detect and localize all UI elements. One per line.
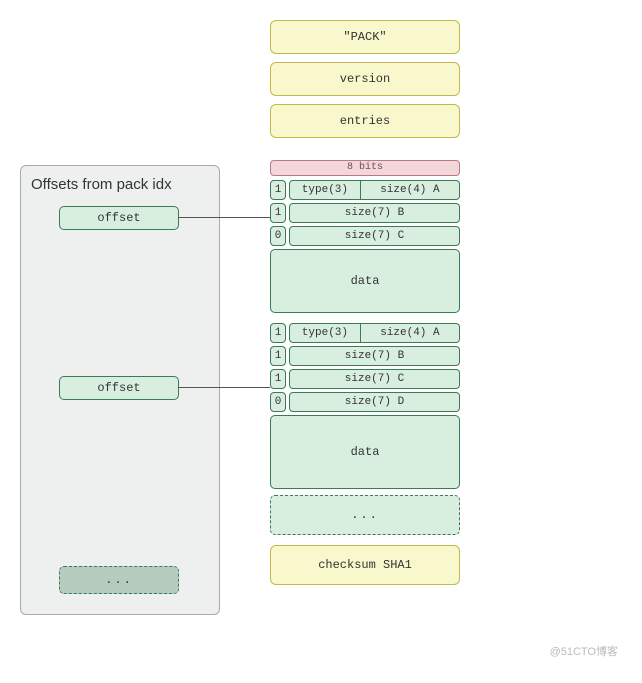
pack-magic: "PACK" xyxy=(270,20,460,54)
entry2-flag3: 1 xyxy=(270,369,286,389)
entry2-sizeD: size(7) D xyxy=(289,392,460,412)
entry1-type: type(3) xyxy=(289,180,361,200)
entries-placeholder: ... xyxy=(270,495,460,535)
entry1-row2: 1 size(7) B xyxy=(270,203,460,223)
offset-placeholder: ... xyxy=(59,566,179,594)
entry2-type: type(3) xyxy=(289,323,361,343)
entry2-data: data xyxy=(270,415,460,489)
entry1-flag2: 1 xyxy=(270,203,286,223)
watermark: @51CTO博客 xyxy=(550,643,618,659)
entry2-sizeC: size(7) C xyxy=(289,369,460,389)
bits-label-1: 8 bits xyxy=(270,160,460,176)
entry1-row3: 0 size(7) C xyxy=(270,226,460,246)
offsets-title: Offsets from pack idx xyxy=(31,176,209,193)
entry2-flag2: 1 xyxy=(270,346,286,366)
entry1-sizeC: size(7) C xyxy=(289,226,460,246)
entry1-row1: 1 type(3) size(4) A xyxy=(270,180,460,200)
entry2-flag4: 0 xyxy=(270,392,286,412)
checksum-field: checksum SHA1 xyxy=(270,545,460,585)
entry2-row2: 1 size(7) B xyxy=(270,346,460,366)
entry2-row4: 0 size(7) D xyxy=(270,392,460,412)
entry2-row1: 1 type(3) size(4) A xyxy=(270,323,460,343)
offset-row-2: offset xyxy=(59,376,179,400)
connector-1 xyxy=(178,217,270,218)
entry1-flag1: 1 xyxy=(270,180,286,200)
connector-2 xyxy=(178,387,270,388)
entry2-flag1: 1 xyxy=(270,323,286,343)
entry2-sizeB: size(7) B xyxy=(289,346,460,366)
version-field: version xyxy=(270,62,460,96)
pack-structure: "PACK" 4b version 4b entries 4b 8 bits 1… xyxy=(270,20,490,593)
entry1-flag3: 0 xyxy=(270,226,286,246)
entries-field: entries xyxy=(270,104,460,138)
offsets-panel: Offsets from pack idx offset offset ... xyxy=(20,165,220,615)
entry2-sizeA: size(4) A xyxy=(361,323,460,343)
entry1-sizeB: size(7) B xyxy=(289,203,460,223)
offset-row-1: offset xyxy=(59,206,179,230)
entry1-data: data xyxy=(270,249,460,313)
entry1-sizeA: size(4) A xyxy=(361,180,460,200)
entry2-row3: 1 size(7) C xyxy=(270,369,460,389)
